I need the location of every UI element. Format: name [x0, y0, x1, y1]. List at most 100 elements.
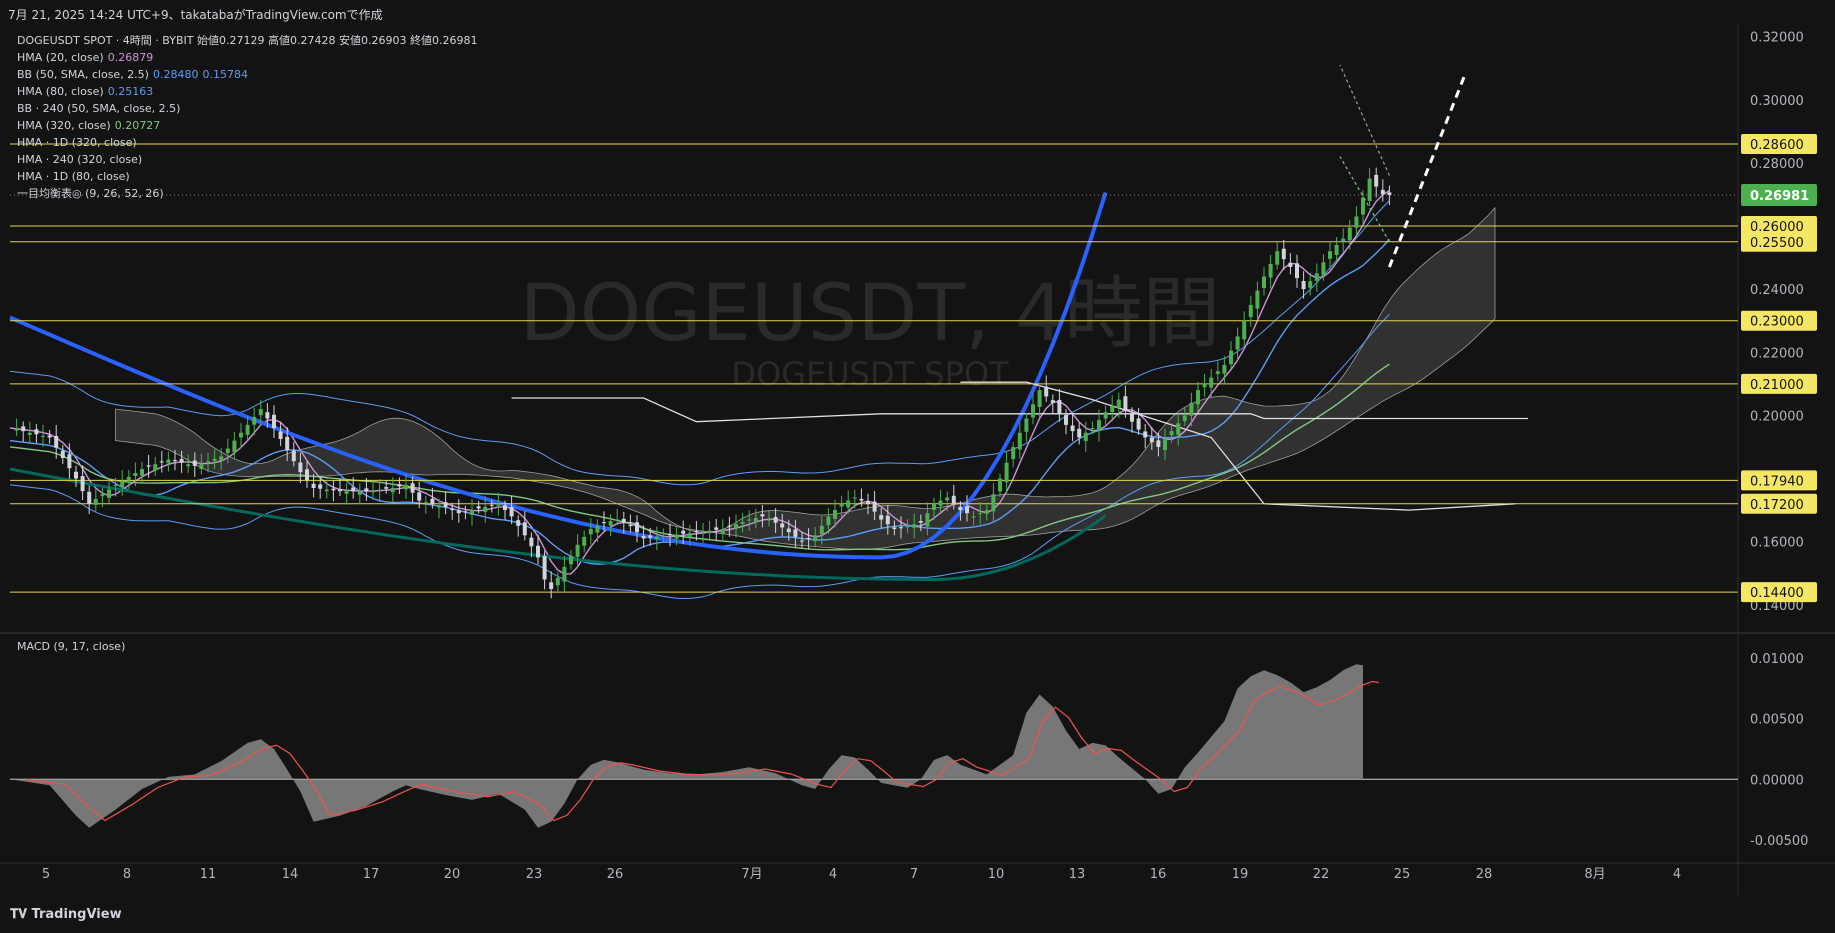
time-tick-label: 7: [910, 867, 918, 882]
candle-body: [740, 521, 745, 524]
indicator-name: HMA · 240 (320, close): [17, 153, 143, 166]
candle-body: [54, 435, 59, 448]
candle-body: [1229, 350, 1233, 365]
price-tick-label: 0.22000: [1750, 346, 1804, 361]
candle-body: [489, 504, 494, 506]
candle-body: [258, 409, 263, 416]
candle-body: [1275, 251, 1280, 265]
indicator-name: BB · 240 (50, SMA, close, 2.5): [17, 102, 181, 115]
candle-body: [720, 529, 725, 534]
candle-body: [918, 520, 923, 523]
candle-body: [450, 508, 455, 511]
tradingview-logo[interactable]: 𝐓𝐕 TradingView: [10, 907, 122, 922]
candle-body: [608, 521, 613, 526]
time-tick-label: 20: [444, 867, 461, 882]
candle-body: [1149, 437, 1154, 443]
candle-body: [958, 506, 963, 511]
time-tick-label: 7月: [741, 867, 762, 882]
candle-body: [1281, 248, 1286, 260]
indicator-row[interactable]: HMA (80, close) 0.25163: [17, 83, 477, 100]
indicator-row[interactable]: BB (50, SMA, close, 2.5) 0.28480 0.15784: [17, 66, 477, 83]
candle-body: [298, 462, 303, 473]
time-tick-label: 10: [988, 867, 1005, 882]
indicator-row[interactable]: HMA · 240 (320, close): [17, 151, 477, 168]
time-tick-label: 13: [1069, 867, 1086, 882]
time-tick-label: 19: [1232, 867, 1249, 882]
indicator-value: 0.20727: [114, 119, 161, 132]
candle-body: [1143, 431, 1148, 438]
chart-legend: DOGEUSDT SPOT · 4時間 · BYBIT 始値0.27129 高値…: [17, 32, 477, 202]
candle-body: [1308, 281, 1313, 288]
candle-body: [978, 513, 983, 515]
candle-body: [819, 525, 824, 535]
indicator-row[interactable]: 一目均衡表◎ (9, 26, 52, 26): [17, 185, 477, 202]
candle-body: [1255, 290, 1260, 309]
candle-body: [826, 516, 831, 526]
candle-body: [714, 527, 719, 530]
indicator-row[interactable]: HMA (320, close) 0.20727: [17, 117, 477, 134]
candle-body: [1024, 418, 1029, 432]
candle-body: [476, 506, 481, 509]
candle-body: [734, 524, 738, 529]
candle-body: [1248, 304, 1253, 318]
time-tick-label: 28: [1476, 867, 1493, 882]
candle-body: [984, 510, 989, 514]
candle-body: [404, 484, 408, 490]
level-badge-label: 0.17200: [1750, 498, 1804, 513]
candle-body: [885, 515, 890, 525]
time-tick-label: 26: [607, 867, 624, 882]
candle-body: [1169, 431, 1174, 436]
price-tick-label: 0.32000: [1750, 31, 1804, 46]
indicator-row[interactable]: BB · 240 (50, SMA, close, 2.5): [17, 100, 477, 117]
candle-body: [14, 429, 19, 431]
candle-body: [496, 503, 501, 506]
candle-body: [852, 497, 857, 499]
candle-body: [93, 499, 98, 505]
candle-body: [542, 556, 547, 580]
indicator-row[interactable]: HMA · 1D (80, close): [17, 168, 477, 185]
candle-body: [529, 537, 534, 547]
candle-body: [575, 544, 580, 557]
indicator-value: 0.15784: [202, 68, 248, 81]
candle-body: [588, 529, 593, 535]
candle-body: [965, 506, 969, 514]
candle-body: [87, 491, 92, 504]
candle-body: [179, 458, 184, 463]
level-badge-label: 0.14400: [1750, 586, 1804, 601]
candle-body: [912, 524, 917, 528]
candle-body: [1189, 402, 1194, 416]
price-tick-label: 0.16000: [1750, 536, 1804, 551]
candle-body: [192, 460, 197, 466]
candle-body: [1116, 399, 1121, 409]
candle-body: [100, 494, 105, 497]
indicator-row[interactable]: HMA · 1D (320, close): [17, 134, 477, 151]
tv-logo-icon: 𝐓𝐕: [10, 907, 32, 922]
time-tick-label: 22: [1313, 867, 1330, 882]
candle-body: [998, 478, 1002, 492]
candle-body: [34, 429, 39, 435]
indicator-name: HMA · 1D (80, close): [17, 170, 130, 183]
indicator-name: HMA (80, close): [17, 85, 104, 98]
level-badge-label: 0.17940: [1750, 474, 1804, 489]
candle-body: [602, 522, 606, 524]
footer: 𝐓𝐕 TradingView: [0, 895, 1835, 933]
candle-body: [245, 424, 250, 435]
candle-body: [1354, 216, 1359, 228]
candle-body: [206, 461, 210, 463]
candle-body: [872, 501, 877, 512]
time-tick-label: 14: [282, 867, 299, 882]
candle-body: [47, 435, 52, 438]
candle-body: [780, 523, 785, 528]
candle-body: [443, 502, 448, 507]
candle-body: [456, 510, 461, 514]
candle-body: [786, 528, 791, 533]
candle-body: [522, 522, 527, 536]
candle-body: [1374, 174, 1379, 187]
time-tick-label: 25: [1394, 867, 1411, 882]
candle-body: [813, 535, 818, 542]
candle-body: [971, 516, 976, 518]
candle-body: [1050, 400, 1055, 403]
indicator-row[interactable]: HMA (20, close) 0.26879: [17, 49, 477, 66]
price-tick-label: 0.30000: [1750, 94, 1804, 109]
candle-body: [562, 566, 567, 582]
